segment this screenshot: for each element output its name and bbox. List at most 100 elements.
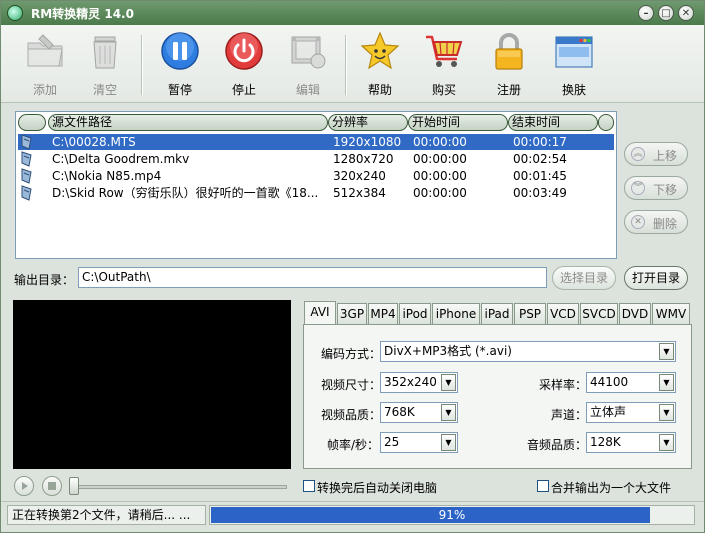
channel-value: 立体声 [590,405,627,419]
merge-checkbox[interactable] [537,480,549,492]
title-bar[interactable]: RM转换精灵 14.0 – □ ✕ [1,1,704,25]
video-size-select[interactable]: 352x240 ▼ [380,372,458,393]
fps-select[interactable]: 25 ▼ [380,432,458,453]
row-path: C:\Nokia N85.mp4 [52,169,162,183]
maximize-icon: □ [661,7,671,19]
table-row[interactable]: C:\Nokia N85.mp4 320x240 00:00:00 00:01:… [18,168,614,184]
tab-3gp[interactable]: 3GP [337,303,367,324]
row-start: 00:00:00 [413,135,467,149]
table-row[interactable]: C:\00028.MTS 1920x1080 00:00:00 00:00:17 [18,134,614,150]
header-cell-end[interactable] [598,114,614,131]
open-dir-button[interactable]: 打开目录 [624,266,688,290]
register-button[interactable]: 注册 [481,31,537,99]
chevron-down-icon[interactable]: ▼ [659,404,674,421]
file-list[interactable]: 源文件路径 分辨率 开始时间 结束时间 C:\00028.MTS 1920x10… [15,111,617,259]
window-skin-icon [555,36,593,68]
main-window: RM转换精灵 14.0 – □ ✕ 添加 清空 暂停 停止 编辑 帮助 购买 注… [0,0,705,533]
clear-button[interactable]: 清空 [77,31,133,99]
sample-rate-value: 44100 [590,375,629,389]
header-start-time[interactable]: 开始时间 [408,114,508,131]
folder-icon [27,34,63,67]
buy-label: 购买 [431,83,456,97]
maximize-button[interactable]: □ [658,5,674,21]
tab-wmv[interactable]: WMV [652,303,690,324]
row-end: 00:02:54 [513,152,567,166]
play-button[interactable] [14,476,34,496]
tab-mp4[interactable]: MP4 [368,303,398,324]
video-quality-select[interactable]: 768K ▼ [380,402,458,423]
output-dir-field[interactable]: C:\OutPath\ [78,267,547,288]
header-cell-blank[interactable] [18,114,46,131]
minimize-icon: – [643,7,649,19]
chevron-down-icon[interactable]: ▼ [441,374,456,391]
row-end: 00:01:45 [513,169,567,183]
row-start: 00:00:00 [413,169,467,183]
move-down-button[interactable]: ︾ 下移 [624,176,688,200]
tab-ipod[interactable]: iPod [399,303,431,324]
move-up-label: 上移 [653,149,678,163]
audio-quality-select[interactable]: 128K ▼ [586,432,676,453]
chevron-down-icon[interactable]: ▼ [659,374,674,391]
move-up-button[interactable]: ︽ 上移 [624,142,688,166]
header-source-path[interactable]: 源文件路径 [48,114,328,131]
sample-rate-select[interactable]: 44100 ▼ [586,372,676,393]
chevron-down-icon[interactable]: ▼ [441,404,456,421]
tab-vcd[interactable]: VCD [547,303,579,324]
channel-select[interactable]: 立体声 ▼ [586,402,676,423]
shutdown-checkbox[interactable] [303,480,315,492]
row-resolution: 320x240 [333,169,386,183]
codec-select[interactable]: DivX+MP3格式 (*.avi) ▼ [380,341,676,362]
tab-ipad[interactable]: iPad [481,303,513,324]
tab-dvd[interactable]: DVD [619,303,651,324]
chevron-down-icon[interactable]: ▼ [441,434,456,451]
chevron-down-icon[interactable]: ▼ [659,434,674,451]
toolbar: 添加 清空 暂停 停止 编辑 帮助 购买 注册 换肤 [1,25,704,103]
delete-button[interactable]: ✕ 删除 [624,210,688,234]
buy-button[interactable]: 购买 [416,31,472,99]
edit-label: 编辑 [295,83,320,97]
seek-slider-track[interactable] [73,485,287,489]
progress-text: 91% [438,508,466,522]
minimize-button[interactable]: – [638,5,654,21]
lock-icon [495,33,523,70]
stop-label: 停止 [231,83,256,97]
video-file-icon [21,168,32,184]
skin-button[interactable]: 换肤 [546,31,602,99]
channel-label: 声道： [551,408,588,422]
header-resolution[interactable]: 分辨率 [328,114,408,131]
table-row[interactable]: D:\Skid Row（穷街乐队）很好听的一首歌《18... 512x384 0… [18,185,614,201]
close-icon: ✕ [681,7,691,19]
fps-label: 帧率/秒： [327,438,380,452]
row-start: 00:00:00 [413,186,467,200]
stop-playback-button[interactable] [42,476,62,496]
audio-quality-label: 音频品质： [527,438,588,452]
chevron-up-icon: ︽ [631,147,645,161]
stop-square-icon [48,482,56,490]
table-row[interactable]: C:\Delta Goodrem.mkv 1280x720 00:00:00 0… [18,151,614,167]
star-icon [360,31,400,70]
edit-button[interactable]: 编辑 [280,31,336,99]
header-end-time[interactable]: 结束时间 [508,114,598,131]
add-label: 添加 [32,83,57,97]
select-dir-button[interactable]: 选择目录 [552,266,616,290]
pause-button[interactable]: 暂停 [152,31,208,99]
row-resolution: 1920x1080 [333,135,402,149]
tab-avi[interactable]: AVI [304,301,336,325]
add-button[interactable]: 添加 [17,31,73,99]
seek-slider-thumb[interactable] [69,477,79,495]
close-button[interactable]: ✕ [678,5,694,21]
row-path: D:\Skid Row（穷街乐队）很好听的一首歌《18... [52,186,319,200]
codec-value: DivX+MP3格式 (*.avi) [384,344,512,358]
help-button[interactable]: 帮助 [352,31,408,99]
video-preview [13,300,291,469]
chevron-down-icon[interactable]: ▼ [659,343,674,360]
progress-bar: 91% [209,505,695,525]
delete-label: 删除 [653,217,678,231]
toolbar-separator [345,35,347,95]
tab-iphone[interactable]: iPhone [432,303,480,324]
tab-psp[interactable]: PSP [514,303,546,324]
stop-button[interactable]: 停止 [216,31,272,99]
tab-svcd[interactable]: SVCD [580,303,618,324]
toolbar-separator [141,35,143,95]
row-end: 00:03:49 [513,186,567,200]
